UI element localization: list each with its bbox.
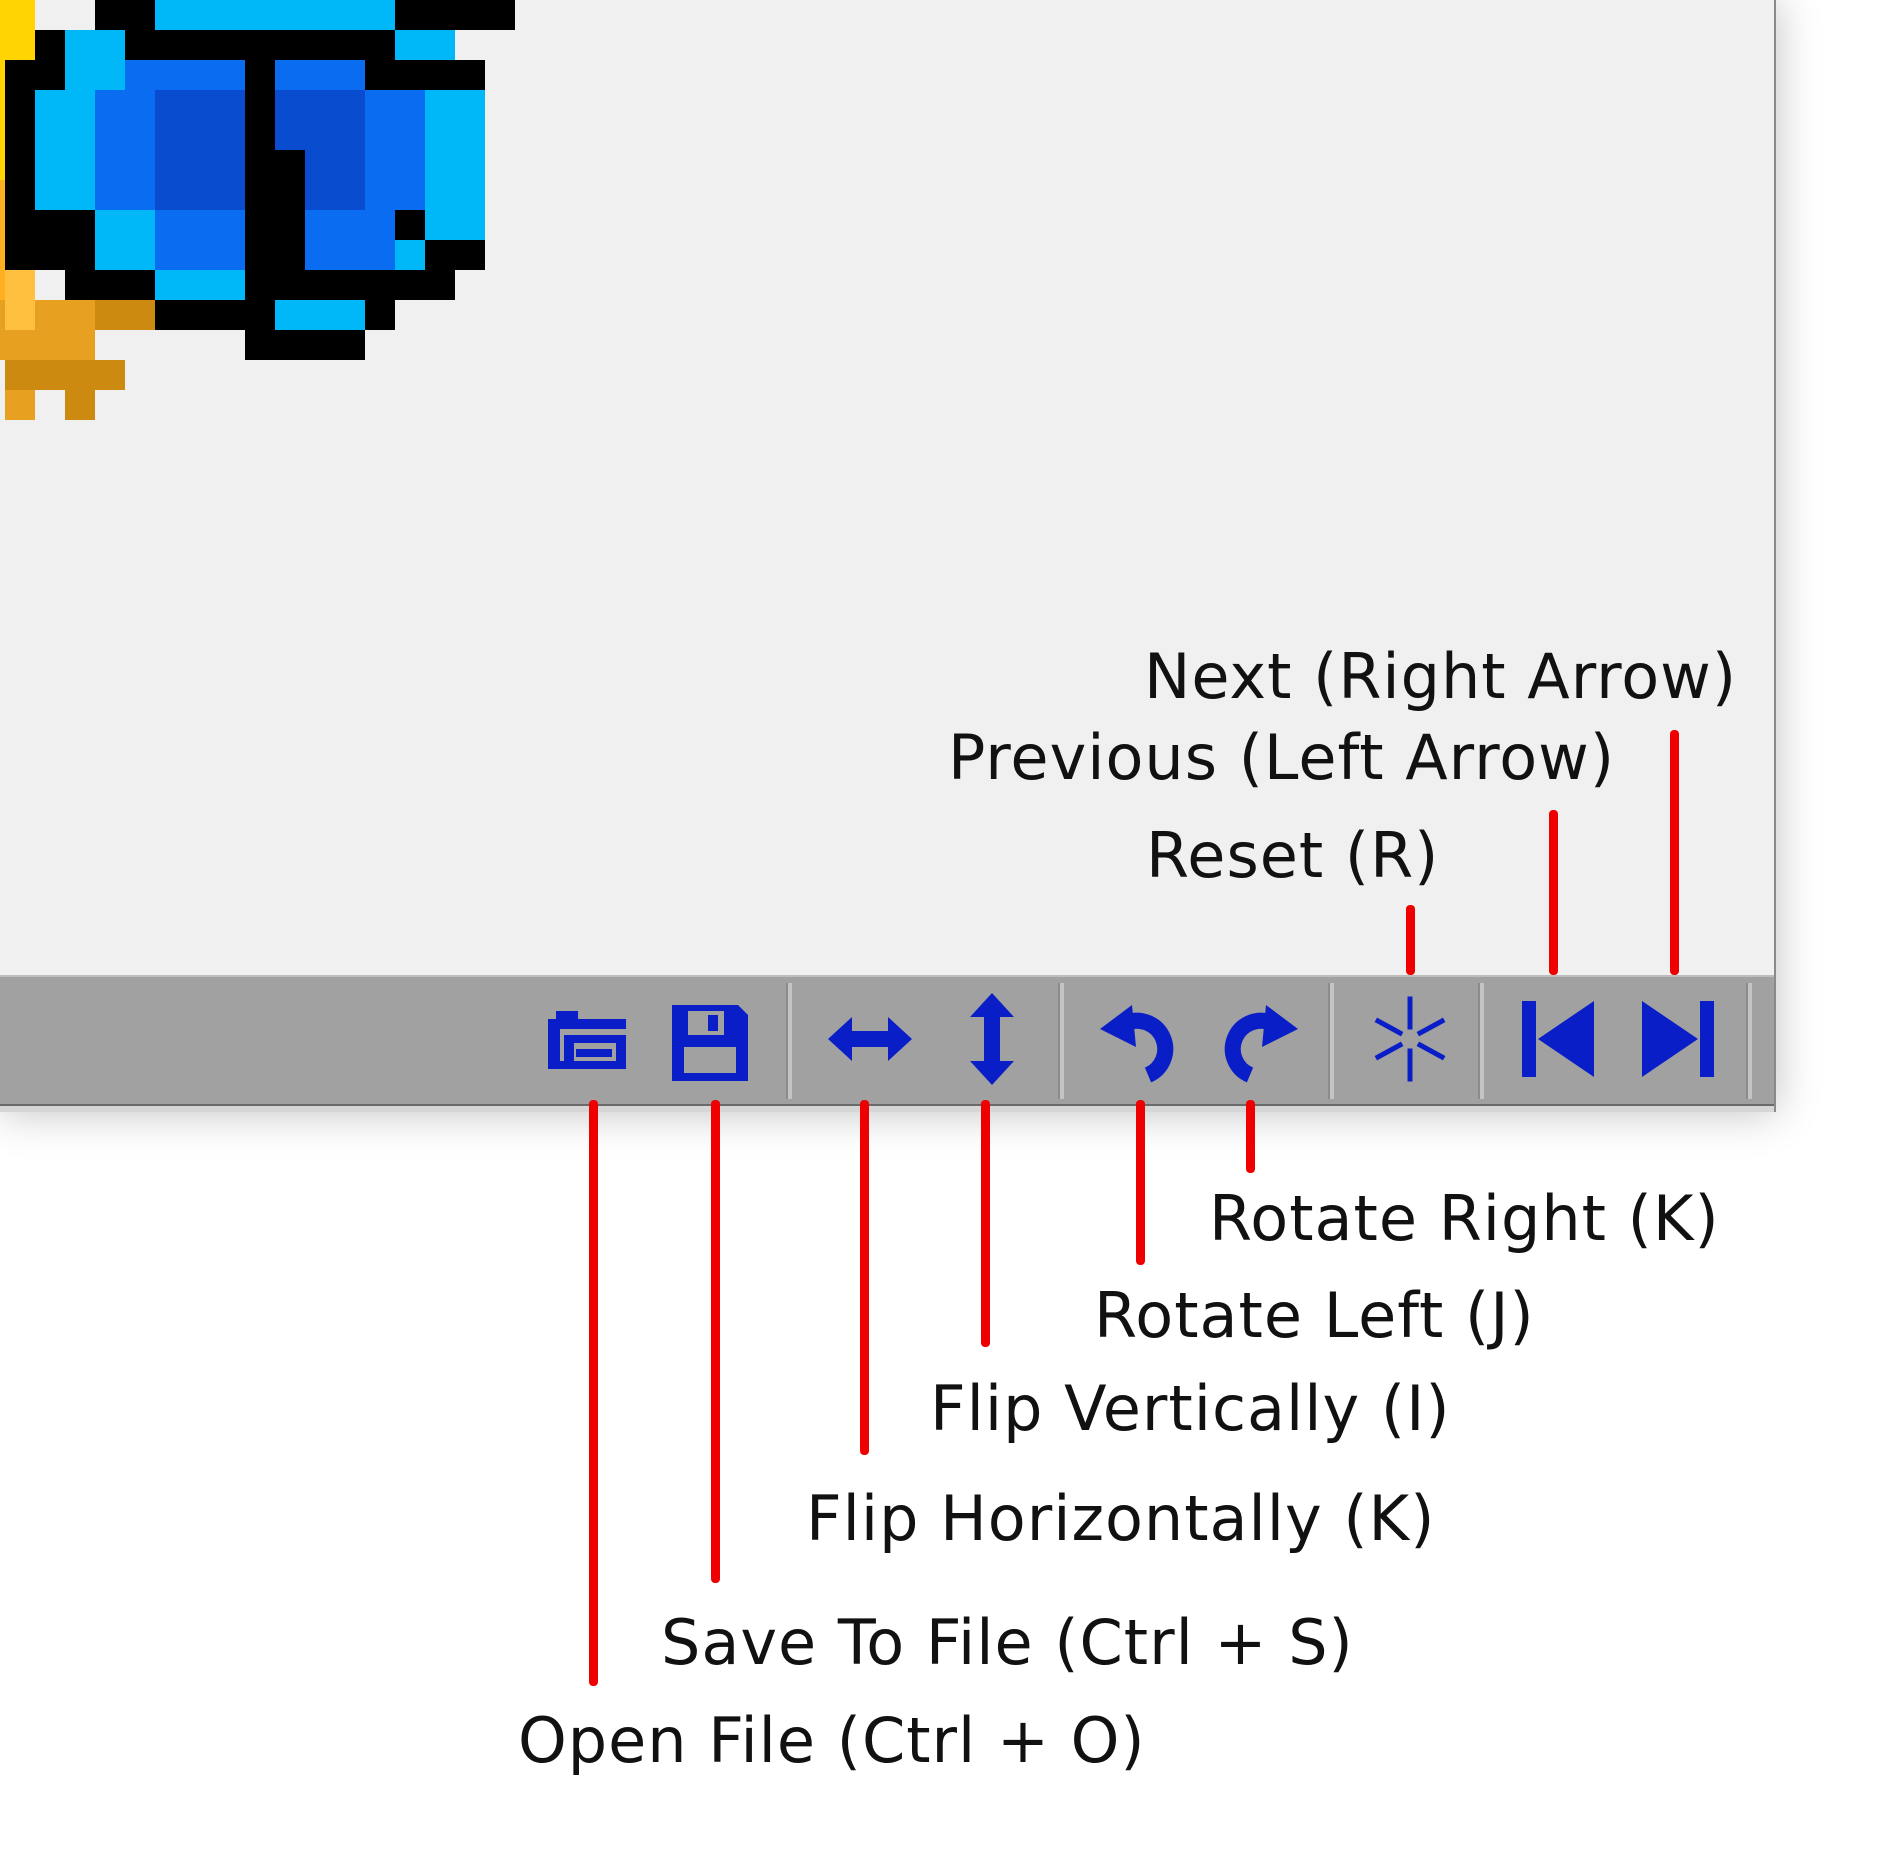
save-file-button[interactable] <box>660 987 756 1091</box>
callout-label-next: Next (Right Arrow) <box>1144 640 1738 713</box>
rotate-right-button[interactable] <box>1210 987 1306 1091</box>
callout-line-previous <box>1549 810 1558 975</box>
callout-label-rotate-left: Rotate Left (J) <box>1094 1279 1535 1352</box>
callout-label-reset: Reset (R) <box>1146 819 1440 892</box>
callout-line-next <box>1670 730 1679 975</box>
callout-label-previous: Previous (Left Arrow) <box>948 721 1616 794</box>
window-right-edge <box>1774 0 1776 1112</box>
flip-horizontally-button[interactable] <box>822 987 918 1091</box>
callout-line-rotate-left <box>1136 1100 1145 1265</box>
toolbar-separator <box>1328 983 1334 1099</box>
flip-vertically-button[interactable] <box>944 987 1040 1091</box>
asterisk-icon <box>1374 996 1446 1082</box>
open-folder-icon <box>548 1011 626 1069</box>
previous-button[interactable] <box>1510 987 1606 1091</box>
skip-previous-icon <box>1522 1001 1594 1077</box>
callout-label-flip-horizontally: Flip Horizontally (K) <box>806 1482 1436 1555</box>
callout-line-save <box>711 1100 720 1583</box>
floppy-disk-icon <box>672 1005 748 1081</box>
horizontal-arrows-icon <box>828 1017 912 1061</box>
callout-line-flip-vertically <box>981 1100 990 1347</box>
reset-button[interactable] <box>1362 987 1458 1091</box>
toolbar-separator <box>1746 983 1752 1099</box>
pixel-art-sprite <box>0 0 515 420</box>
rotate-left-icon <box>1100 1005 1174 1083</box>
skip-next-icon <box>1642 1001 1714 1077</box>
callout-line-open <box>589 1100 598 1686</box>
callout-line-rotate-right <box>1246 1100 1255 1173</box>
callout-line-reset <box>1406 905 1415 975</box>
toolbar <box>0 975 1774 1106</box>
callout-label-rotate-right: Rotate Right (K) <box>1209 1182 1720 1255</box>
rotate-right-icon <box>1224 1005 1298 1083</box>
open-file-button[interactable] <box>536 987 632 1091</box>
callout-line-flip-horizontally <box>860 1100 869 1455</box>
window-bottom-edge <box>0 1104 1776 1112</box>
callout-label-open: Open File (Ctrl + O) <box>518 1704 1146 1777</box>
toolbar-separator <box>1478 983 1484 1099</box>
vertical-arrows-icon <box>970 993 1014 1085</box>
image-canvas[interactable] <box>0 0 1774 975</box>
image-viewer-window <box>0 0 1776 1112</box>
toolbar-separator <box>786 983 792 1099</box>
next-button[interactable] <box>1630 987 1726 1091</box>
callout-label-save: Save To File (Ctrl + S) <box>661 1606 1354 1679</box>
toolbar-separator <box>1058 983 1064 1099</box>
callout-label-flip-vertically: Flip Vertically (I) <box>930 1372 1451 1445</box>
rotate-left-button[interactable] <box>1092 987 1188 1091</box>
